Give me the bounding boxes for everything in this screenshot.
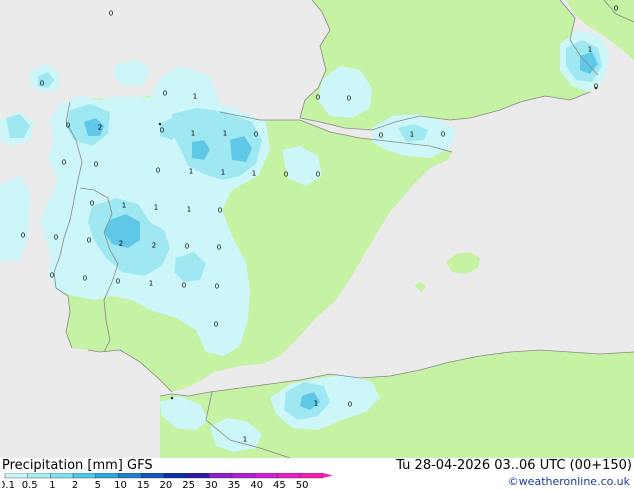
- colorbar-swatch: [299, 473, 324, 479]
- precipitation-map: 0 0 0 1 0 0 2 0 1 1 0 0 1 0 0 0 1 1 1 0 0 0 1 1 1 0 0 0 2 2 0 0 0 0 0 1 0 0 0 0…: [0, 0, 634, 458]
- colorbar-arrow: [322, 473, 332, 478]
- precip-value-label: 0: [348, 401, 352, 409]
- precip-value-label: 0: [50, 272, 54, 280]
- precip-value-label: 0: [284, 171, 288, 179]
- colorbar-swatch: [95, 473, 119, 479]
- colorbar-swatch: [4, 473, 28, 479]
- colorbar-tick-label: 2: [72, 480, 78, 489]
- precip-value-label: 0: [94, 161, 98, 169]
- forecast-datetime: Tu 28-04-2026 03..06 UTC (00+150): [396, 458, 632, 473]
- colorbar-tick-label: 1: [49, 480, 55, 489]
- precip-value-label: 1: [252, 170, 256, 178]
- precip-value-label: 1: [122, 202, 126, 210]
- precip-value-label: 0: [156, 167, 160, 175]
- precip-value-label: 0: [185, 243, 189, 251]
- precip-value-label: 0: [218, 207, 222, 215]
- precip-value-label: 2: [98, 124, 102, 132]
- colorbar-tick-label: 50: [296, 480, 309, 489]
- precip-value-label: 1: [410, 131, 414, 139]
- precip-value-label: 0: [214, 321, 218, 329]
- colorbar-tick-label: 45: [273, 480, 286, 489]
- precip-value-label: 0: [66, 122, 70, 130]
- colorbar-swatch: [231, 473, 255, 479]
- map-footer: Precipitation [mm] GFS Tu 28-04-2026 03.…: [0, 458, 634, 490]
- colorbar-tick-label: 25: [182, 480, 195, 489]
- precip-value-label: 0: [316, 94, 320, 102]
- precip-value-label: 1: [149, 280, 153, 288]
- precip-value-label: 2: [119, 240, 123, 248]
- colorbar-swatch: [50, 473, 74, 479]
- colorbar-tick-label: 40: [250, 480, 263, 489]
- precip-value-label: 1: [193, 93, 197, 101]
- colorbar-swatch: [209, 473, 233, 479]
- colorbar-tick-label: 10: [114, 480, 127, 489]
- precip-value-label: 0: [40, 80, 44, 88]
- colorbar-swatch: [254, 473, 278, 479]
- colorbar-tick-label: 15: [137, 480, 150, 489]
- precip-value-label: 0: [87, 237, 91, 245]
- colorbar-tick-label: 35: [228, 480, 241, 489]
- precip-value-label: 0: [163, 90, 167, 98]
- colorbar-swatch: [163, 473, 187, 479]
- colorbar-swatch: [186, 473, 210, 479]
- precip-value-label: 0: [116, 278, 120, 286]
- credit-link[interactable]: ©weatheronline.co.uk: [508, 476, 630, 487]
- precip-value-label: 0: [182, 282, 186, 290]
- precip-colorbar: 0.1 0.5 1 2 5 10 15 20 25 30 35 40 45 50: [2, 473, 332, 489]
- precip-value-label: 0: [62, 159, 66, 167]
- colorbar-swatch: [277, 473, 301, 479]
- precip-value-label: 0: [316, 171, 320, 179]
- precip-value-label: 0: [54, 234, 58, 242]
- precip-value-label: 0: [217, 244, 221, 252]
- colorbar-swatch: [27, 473, 51, 479]
- colorbar-tick-label: 30: [205, 480, 218, 489]
- precip-value-label: 1: [189, 168, 193, 176]
- precip-value-label: 0: [21, 232, 25, 240]
- precip-value-label: 1: [223, 130, 227, 138]
- precip-value-label: 1: [588, 46, 592, 54]
- colorbar-tick-label: 0.5: [22, 480, 38, 489]
- precip-value-label: 0: [254, 131, 258, 139]
- precip-value-label: 0: [90, 200, 94, 208]
- precip-value-label: 1: [187, 206, 191, 214]
- colorbar-tick-label: 20: [160, 480, 173, 489]
- colorbar-swatch: [72, 473, 96, 479]
- precip-value-label: 0: [83, 275, 87, 283]
- precip-value-label: 0: [215, 283, 219, 291]
- precip-value-label: 0: [379, 132, 383, 140]
- colorbar-tick-label: 0.1: [2, 480, 15, 489]
- precip-value-label: 2: [152, 242, 156, 250]
- precip-value-label: 1: [314, 400, 318, 408]
- precip-value-label: 0: [614, 5, 618, 13]
- precip-value-label: 0: [594, 83, 598, 91]
- precip-value-label: 0: [441, 131, 445, 139]
- precip-value-label: 0: [347, 95, 351, 103]
- precip-value-label: 0: [160, 127, 164, 135]
- colorbar-swatch: [140, 473, 165, 479]
- colorbar-tick-label: 5: [95, 480, 101, 489]
- precip-value-label: 0: [109, 10, 113, 18]
- precip-value-label: 1: [221, 169, 225, 177]
- precip-value-label: 1: [243, 436, 247, 444]
- precip-value-label: 1: [154, 204, 158, 212]
- colorbar-swatch: [118, 473, 142, 479]
- precip-value-label: 1: [191, 130, 195, 138]
- map-title: Precipitation [mm] GFS: [2, 458, 153, 473]
